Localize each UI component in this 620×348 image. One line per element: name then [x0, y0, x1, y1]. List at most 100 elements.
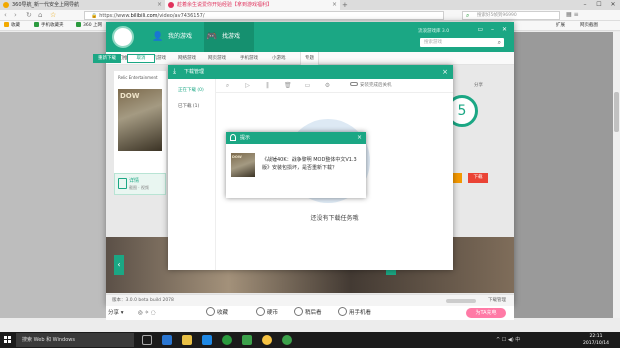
file-explorer-icon[interactable] — [182, 335, 192, 345]
bookmark-favorites[interactable]: 收藏 — [4, 21, 20, 31]
app-header: 👤 我的游戏 🎮 找游戏 流浪游戏库 3.0 ▭ – ✕ 搜索游戏 ⌕ — [106, 22, 514, 52]
taskbar-search-field[interactable]: 搜索 Web 和 Windows — [16, 333, 134, 347]
tab-find-games[interactable]: 🎮 找游戏 — [204, 22, 254, 52]
favorite-button[interactable]: 收藏 — [206, 306, 228, 320]
cancel-button[interactable]: 取消 — [127, 54, 155, 63]
windows-start-icon[interactable] — [4, 336, 12, 344]
360-browser-icon[interactable] — [222, 335, 232, 345]
back-icon[interactable]: ‹ — [4, 11, 7, 20]
url-prefix: https://www. — [99, 13, 131, 19]
star-icon — [206, 307, 215, 316]
download-manage-label: 下载管理 — [488, 298, 506, 303]
share-button[interactable]: 分享 — [474, 82, 483, 88]
location-icon — [230, 134, 236, 141]
shutdown-after-install-toggle[interactable]: 安装完成后关机 — [350, 79, 392, 93]
share-button[interactable]: 分享 ▾ — [108, 306, 124, 320]
edge-icon[interactable] — [162, 335, 172, 345]
download-progress-bar — [446, 299, 476, 303]
red-action-button[interactable]: 下载 — [468, 173, 488, 183]
system-tray[interactable]: ^ ☐ ◀) 中 — [496, 332, 520, 348]
new-tab-icon[interactable]: + — [342, 0, 348, 10]
pause-icon[interactable]: ‖ — [264, 82, 271, 89]
close-icon[interactable]: × — [442, 65, 448, 79]
browser-tab-360-nav[interactable]: 360导航_新一代安全上网导航 × — [0, 0, 165, 10]
close-icon[interactable]: × — [332, 0, 337, 10]
minimize-icon[interactable]: – — [578, 0, 592, 10]
detail-button[interactable]: 详情 截图 · 视频 — [114, 173, 166, 195]
charge-button[interactable]: 为TA充电 — [466, 308, 506, 318]
watch-later-button[interactable]: 稍后看 — [294, 306, 322, 320]
gamepad-icon: 🎮 — [206, 32, 218, 42]
start-tile — [8, 336, 11, 339]
app-icon[interactable] — [262, 335, 272, 345]
studio-name: Relic Entertainment — [118, 75, 158, 80]
forward-icon[interactable]: › — [14, 11, 17, 20]
tab-my-games[interactable]: 👤 我的游戏 — [150, 22, 204, 52]
site-right-panel — [512, 32, 620, 318]
coin-button[interactable]: 硬币 — [256, 306, 278, 320]
bookmark-label: 360 上网 — [83, 23, 103, 28]
watch-on-phone-button[interactable]: 用手机看 — [338, 306, 371, 320]
store-icon[interactable] — [202, 335, 212, 345]
menu-icon[interactable]: ≡ — [574, 11, 581, 18]
download-manage-link[interactable]: 下载管理 — [446, 297, 506, 305]
bookmark-mobile[interactable]: 手机收藏夹 — [34, 21, 64, 31]
user-icon: 👤 — [152, 32, 164, 42]
game-card[interactable]: Relic Entertainment DOW — [114, 71, 166, 189]
prompt-header: 提示 × — [226, 132, 366, 144]
bookmark-360[interactable]: 360 上网 — [76, 21, 102, 31]
download-manager-sidebar: 正在下载 (0) 已下载 (1) — [168, 79, 216, 270]
refresh-icon[interactable]: ↻ — [26, 11, 32, 20]
task-view-icon[interactable] — [142, 335, 152, 345]
game-thumbnail: DOW — [231, 153, 255, 177]
game-center-icon[interactable] — [242, 335, 252, 345]
delete-icon[interactable]: 🗑 — [284, 82, 292, 89]
app-user-info: 流浪游戏库 3.0 — [418, 29, 450, 34]
watch-later-label: 稍后看 — [305, 310, 322, 316]
url-field[interactable]: 🔒 https://www.bilibili.com/video/av743615… — [84, 11, 444, 20]
nav-online[interactable]: 网络游戏 — [178, 52, 196, 65]
folder-icon[interactable]: ▭ — [304, 82, 311, 89]
app-window-controls[interactable]: ▭ – ✕ — [477, 26, 510, 33]
banner-prev-icon[interactable]: ‹ — [114, 255, 124, 275]
browser-search-field[interactable]: ⌕ 搜索好5帧到96990 — [462, 11, 560, 20]
tab-downloaded[interactable]: 已下载 (1) — [168, 101, 216, 113]
maximize-icon[interactable]: ☐ — [592, 0, 606, 10]
close-icon[interactable]: ✕ — [606, 0, 620, 10]
app-icon[interactable] — [282, 335, 292, 345]
phone-icon — [338, 307, 347, 316]
tab-downloading[interactable]: 正在下载 (0) — [168, 85, 216, 97]
nav-mini[interactable]: 小游戏 — [272, 52, 286, 65]
app-category-nav: 热门推荐 单机游戏 网络游戏 网页游戏 手机游戏 小游戏 专题 — [106, 52, 514, 65]
app-status-bar: 版本：3.0.0 beta build 2078 下载管理 — [106, 294, 514, 306]
tab-label: 趁着余生说爱你开始经验【拿到游戏福利】 — [177, 2, 273, 8]
search-icon[interactable]: ⌕ — [224, 82, 231, 89]
url-domain: bilibili.com — [130, 13, 158, 19]
social-icons[interactable]: ◎ ✧ ◌ — [138, 306, 156, 320]
settings-icon[interactable]: ⚙ — [324, 82, 331, 89]
page-scrollbar[interactable] — [613, 32, 620, 318]
app-search-field[interactable]: 搜索游戏 ⌕ — [420, 38, 504, 47]
clock-time: 22:11 — [589, 334, 603, 339]
video-action-bar: 分享 ▾ ◎ ✧ ◌ 收藏 硬币 稍后看 用手机看 为TA充电 — [106, 306, 514, 320]
taskbar-clock[interactable]: 22:11 2017/10/14 — [578, 333, 614, 347]
bookmark-extensions[interactable]: 扩展 — [556, 21, 565, 31]
toggle-icon — [350, 82, 358, 86]
share-label: 分享 — [108, 310, 120, 316]
close-icon[interactable]: × — [357, 132, 362, 144]
play-icon[interactable]: ▷ — [244, 82, 251, 89]
nav-web[interactable]: 网页游戏 — [208, 52, 226, 65]
nav-topics[interactable]: 专题 — [300, 52, 319, 65]
document-icon — [118, 178, 127, 189]
scrollbar-thumb[interactable] — [614, 92, 619, 132]
home-icon[interactable]: ⌂ — [38, 11, 42, 20]
browser-tab-bilibili[interactable]: 趁着余生说爱你开始经验【拿到游戏福利】 × — [165, 0, 340, 10]
redownload-button[interactable]: 重新下载 — [93, 54, 121, 63]
search-icon: ⌕ — [497, 39, 501, 46]
close-icon[interactable]: × — [157, 0, 162, 10]
bookmark-screenshot[interactable]: 网页截图 — [580, 21, 598, 31]
star-icon[interactable]: ☆ — [50, 11, 56, 20]
browser-window-controls: – ☐ ✕ — [578, 0, 620, 10]
nav-mobile[interactable]: 手机游戏 — [240, 52, 258, 65]
extension-icon[interactable]: ▦ — [566, 11, 574, 18]
